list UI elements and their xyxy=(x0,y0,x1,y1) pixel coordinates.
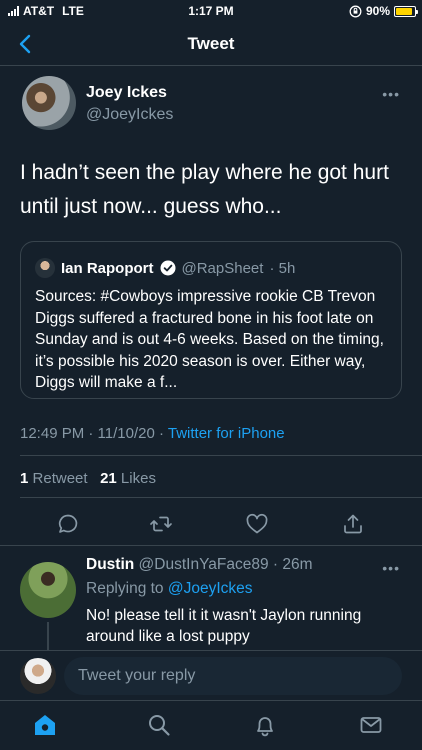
section-divider xyxy=(0,545,422,546)
tweet-stats: 1 Retweet 21 Likes xyxy=(20,470,156,487)
divider xyxy=(20,497,422,498)
chevron-left-icon[interactable] xyxy=(14,32,38,56)
status-left: AT&T LTE xyxy=(8,4,84,18)
thread-line xyxy=(47,622,49,652)
page-title: Tweet xyxy=(187,33,235,53)
tweet-actions xyxy=(0,510,422,538)
share-icon[interactable] xyxy=(341,512,365,536)
retweets-label: Retweet xyxy=(32,470,88,487)
reply-composer xyxy=(0,650,422,700)
orientation-lock-icon xyxy=(349,5,362,17)
replying-to: Replying to @JoeyIckes xyxy=(86,580,253,598)
retweets-count: 1 xyxy=(20,470,29,487)
tweet-author[interactable]: Joey Ickes @JoeyIckes xyxy=(22,76,402,132)
battery-icon xyxy=(394,5,418,17)
retweet-icon[interactable] xyxy=(149,512,173,536)
reply-author-name[interactable]: Dustin xyxy=(86,556,134,573)
quoted-tweet-text: Sources: #Cowboys impressive rookie CB T… xyxy=(35,288,384,391)
author-name[interactable]: Joey Ickes xyxy=(86,84,167,102)
replying-to-link[interactable]: @JoeyIckes xyxy=(168,580,253,597)
search-icon[interactable] xyxy=(146,712,172,738)
like-icon[interactable] xyxy=(245,512,269,536)
nav-bar: Tweet xyxy=(0,22,422,66)
avatar[interactable] xyxy=(22,76,76,130)
network-type: LTE xyxy=(62,4,84,18)
home-icon[interactable] xyxy=(32,712,58,738)
status-bar: AT&T LTE 1:17 PM 90% xyxy=(0,0,422,22)
quoted-tweet-header: Ian Rapoport @RapSheet · 5h xyxy=(35,258,295,278)
likes-label: Likes xyxy=(120,470,156,487)
quoted-tweet[interactable]: Ian Rapoport @RapSheet · 5h Sources: #Co… xyxy=(20,241,402,399)
status-right: 90% xyxy=(349,4,418,18)
tweet-source-link[interactable]: Twitter for iPhone xyxy=(168,425,285,442)
my-avatar[interactable] xyxy=(20,658,56,694)
reply-icon[interactable] xyxy=(56,512,80,536)
verified-badge-icon xyxy=(160,260,175,276)
likes-stat[interactable]: 21 Likes xyxy=(100,470,156,487)
carrier: AT&T xyxy=(23,4,55,18)
battery-fill xyxy=(396,7,413,15)
quoted-author-name: Ian Rapoport xyxy=(61,259,154,277)
tweet-timestamp: 12:49 PM · 11/10/20 · xyxy=(20,425,168,442)
replying-prefix: Replying to xyxy=(86,580,168,597)
reply-avatar[interactable] xyxy=(20,562,76,618)
tweet-text: I hadn’t seen the play where he got hurt… xyxy=(20,161,389,218)
ellipsis-icon[interactable]: ••• xyxy=(382,86,400,102)
messages-icon[interactable] xyxy=(358,712,384,738)
author-handle[interactable]: @JoeyIckes xyxy=(86,106,173,124)
quoted-author-handle: @RapSheet xyxy=(181,259,264,277)
reply-header: Dustin @DustInYaFace89 · 26m xyxy=(86,556,313,574)
quoted-avatar xyxy=(35,258,55,278)
reply-text: No! please tell it it wasn't Jaylon runn… xyxy=(86,607,362,645)
tab-bar xyxy=(0,700,422,750)
reply-ellipsis-icon[interactable]: ••• xyxy=(382,560,400,576)
likes-count: 21 xyxy=(100,470,117,487)
quoted-time: · 5h xyxy=(269,259,296,277)
reply-handle-time[interactable]: @DustInYaFace89 · 26m xyxy=(139,556,313,573)
signal-icon xyxy=(8,6,19,16)
notifications-icon[interactable] xyxy=(252,712,278,738)
divider xyxy=(20,455,422,456)
reply-input[interactable] xyxy=(64,657,402,695)
tweet-meta: 12:49 PM · 11/10/20 · Twitter for iPhone xyxy=(20,425,285,442)
battery-percent: 90% xyxy=(365,4,390,18)
retweets-stat[interactable]: 1 Retweet xyxy=(20,470,88,487)
